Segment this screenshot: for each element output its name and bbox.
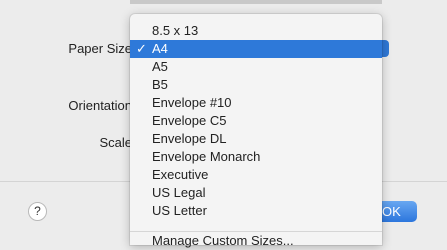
orientation-label: Orientation <box>68 98 132 113</box>
checkmark-icon: ✓ <box>136 41 147 56</box>
menu-item-a4[interactable]: ✓ A4 <box>130 40 382 58</box>
menu-item-label: Envelope C5 <box>152 113 227 128</box>
menu-item-label: Envelope DL <box>152 131 227 146</box>
menu-item-us-legal[interactable]: US Legal <box>130 184 382 202</box>
menu-item-label: Manage Custom Sizes... <box>152 233 294 248</box>
menu-item-label: Envelope #10 <box>152 95 232 110</box>
menu-item-a5[interactable]: A5 <box>130 58 382 76</box>
menu-item-envelope-10[interactable]: Envelope #10 <box>130 94 382 112</box>
menu-item-8-5x13[interactable]: 8.5 x 13 <box>130 22 382 40</box>
menu-item-b5[interactable]: B5 <box>130 76 382 94</box>
help-button[interactable]: ? <box>28 202 47 221</box>
menu-item-label: US Legal <box>152 185 206 200</box>
scale-label: Scale <box>99 135 132 150</box>
menu-item-label: A5 <box>152 59 168 74</box>
popup-top-edge <box>130 0 382 4</box>
menu-item-label: 8.5 x 13 <box>152 23 199 38</box>
paper-size-dropdown-menu: 8.5 x 13 ✓ A4 A5 B5 Envelope #10 Envelop… <box>130 14 382 248</box>
menu-item-label: US Letter <box>152 203 207 218</box>
menu-item-us-letter[interactable]: US Letter <box>130 202 382 220</box>
menu-item-executive[interactable]: Executive <box>130 166 382 184</box>
menu-item-label: Executive <box>152 167 209 182</box>
menu-item-label: Envelope Monarch <box>152 149 261 164</box>
menu-item-label: B5 <box>152 77 168 92</box>
menu-item-label: A4 <box>152 41 168 56</box>
menu-item-envelope-monarch[interactable]: Envelope Monarch <box>130 148 382 166</box>
menu-item-envelope-c5[interactable]: Envelope C5 <box>130 112 382 130</box>
paper-size-label: Paper Size <box>68 41 132 56</box>
menu-item-manage-custom-sizes[interactable]: Manage Custom Sizes... <box>130 232 382 250</box>
menu-item-envelope-dl[interactable]: Envelope DL <box>130 130 382 148</box>
